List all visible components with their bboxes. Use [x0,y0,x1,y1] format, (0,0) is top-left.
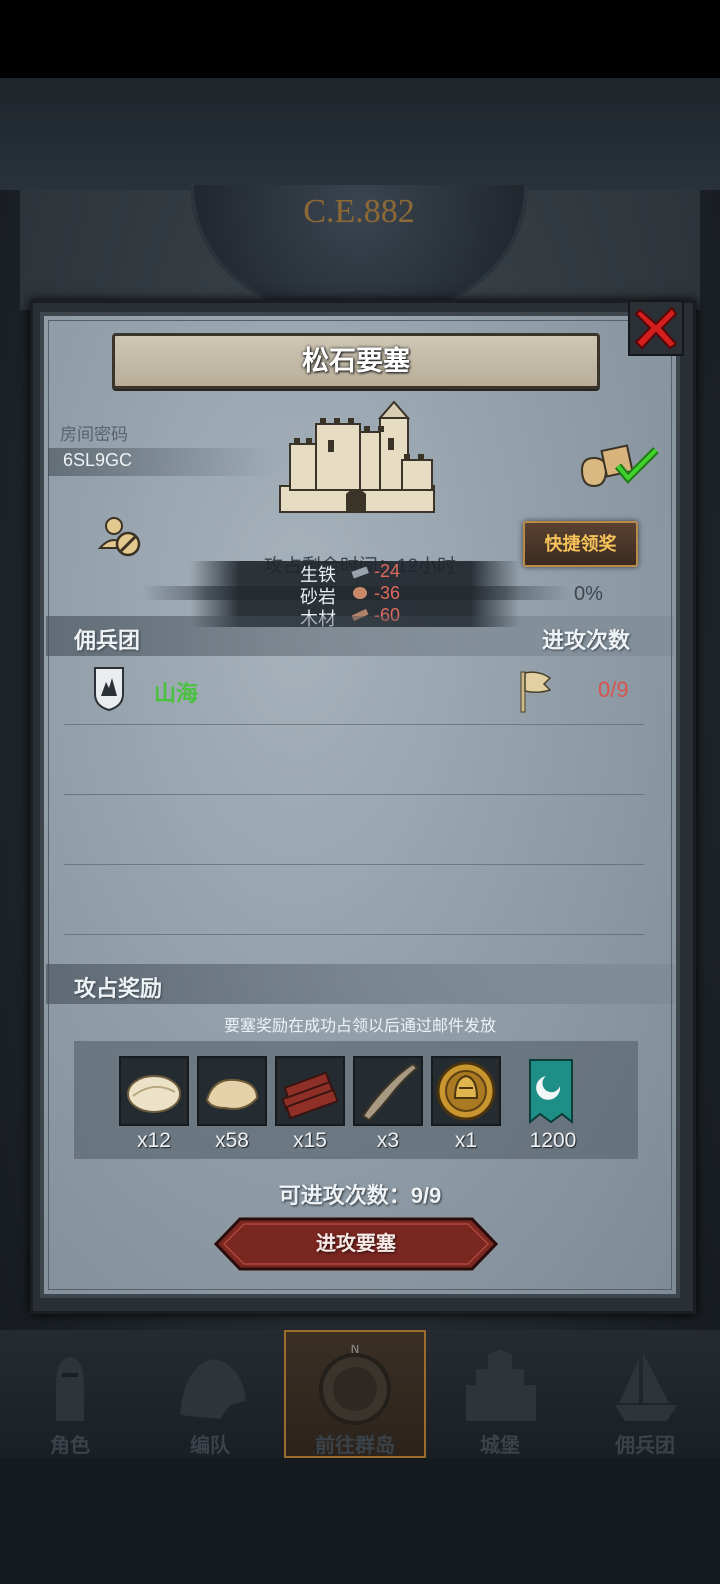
cost-value: -24 [374,561,401,581]
row-divider [64,934,644,935]
reward-item[interactable] [353,1056,423,1126]
reward-qty: x1 [454,1129,478,1152]
reward-qty: x3 [376,1129,400,1152]
reward-item[interactable] [197,1056,267,1126]
reward-note: 要塞奖励在成功占领以后通过邮件发放 [223,1018,496,1035]
capture-progress-percent: 0% [574,583,603,605]
guild-shield-icon [94,667,124,712]
room-code: 6SL9GC [63,450,133,470]
row-divider [64,864,644,865]
helmet-icon [180,1359,246,1419]
quick-claim-button[interactable]: 快捷领奖 [523,521,638,567]
iron-icon [351,566,369,579]
reward-qty: x58 [215,1129,249,1152]
era-label: C.E.882 [303,193,415,230]
mercenary-attack-count: 0/9 [598,677,629,702]
reward-qty: 1200 [529,1129,577,1152]
nav-label: 城堡 [480,1435,520,1457]
ship-icon [615,1353,677,1421]
row-divider [64,794,644,795]
cost-row-sandstone: 砂岩 -36 [190,583,520,607]
attack-fortress-button[interactable]: 进攻要塞 [214,1217,498,1271]
flag-icon [520,671,552,713]
nav-item-mercenary[interactable]: 佣兵团 [585,1345,705,1457]
nav-item-character[interactable]: 角色 [10,1345,130,1457]
no-visitor-icon [97,517,141,557]
nav-label: 角色 [50,1435,90,1457]
reward-item[interactable] [431,1056,501,1126]
guild-banner-icon [529,1059,573,1125]
fur-icon [205,1078,259,1110]
nav-item-castle[interactable]: 城堡 [440,1345,560,1457]
mercenary-name: 山海 [154,681,199,706]
reward-item[interactable] [516,1056,586,1126]
supplies-ready-icon[interactable] [578,440,660,488]
mercenary-header: 佣兵团 [74,628,141,653]
reward-qty: x15 [293,1129,327,1152]
remaining-attacks: 可进攻次数：9/9 [278,1183,442,1208]
mercenary-row[interactable] [60,660,660,724]
sandstone-icon [353,587,367,599]
reward-item[interactable] [119,1056,189,1126]
nav-label: 佣兵团 [615,1435,675,1457]
top-band [0,78,720,190]
cost-row-iron: 生铁 -24 [190,561,520,585]
attack-count-header: 进攻次数 [542,628,631,653]
reward-header: 攻占奖励 [74,976,163,1001]
bottom-area [0,1458,720,1584]
row-divider [64,724,644,725]
cost-value: -36 [374,583,401,603]
knight-icon [56,1357,84,1421]
helmet-coin-icon [436,1061,496,1121]
compass-icon: N [319,1342,391,1425]
close-icon [634,306,678,350]
nav-label: 编队 [190,1435,230,1457]
nav-item-islands[interactable]: N 前往群岛 [295,1342,415,1457]
reward-item[interactable] [275,1056,345,1126]
timber-icon [281,1071,339,1120]
horn-icon [361,1062,419,1122]
nav-label: 前往群岛 [315,1435,395,1457]
room-code-label: 房间密码 [60,425,128,444]
status-bar [0,0,720,78]
dialog-title: 松石要塞 [302,346,410,376]
fortress-illustration [279,400,435,513]
close-button[interactable] [628,300,684,356]
svg-text:N: N [351,1345,360,1356]
nav-item-formation[interactable]: 编队 [150,1345,270,1457]
reward-qty: x12 [137,1129,171,1152]
castle-icon [466,1349,536,1421]
cotton-icon [127,1075,181,1113]
